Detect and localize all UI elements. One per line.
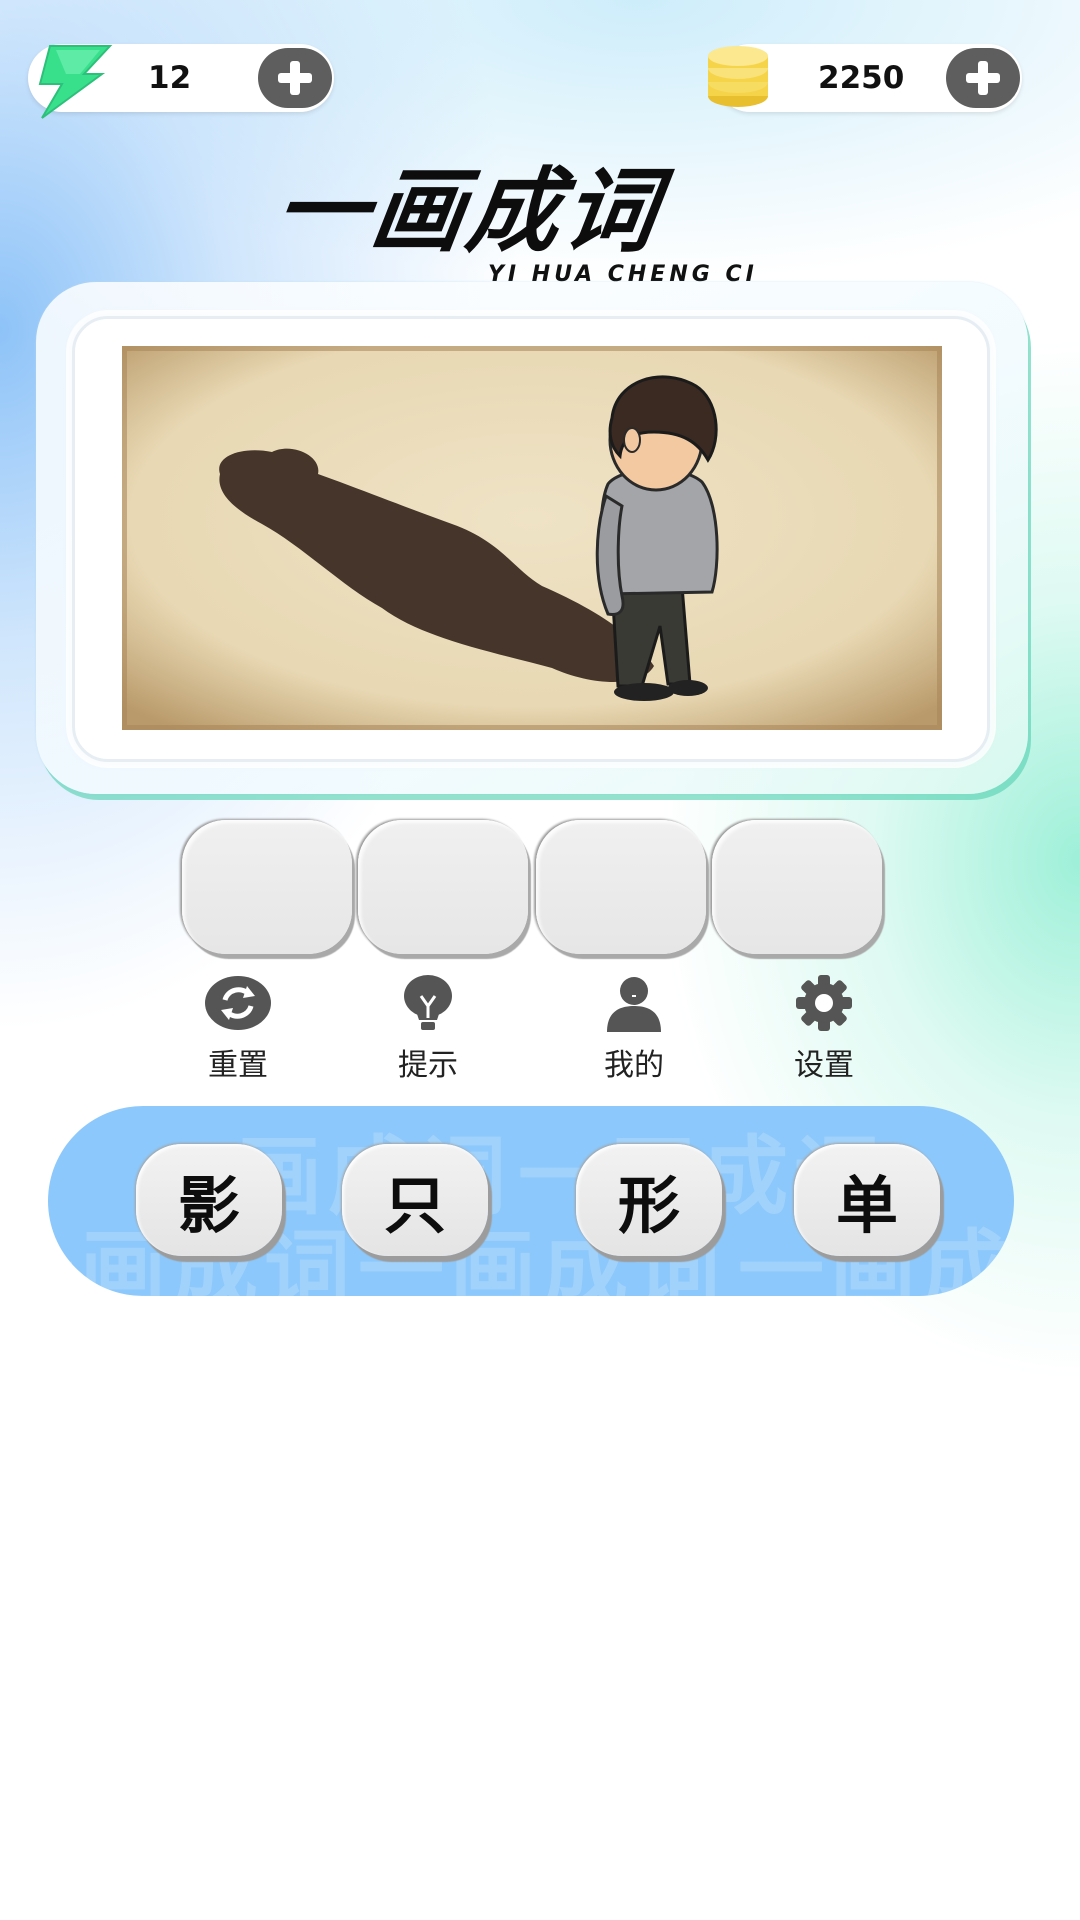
profile-button[interactable]: 我的	[564, 974, 704, 1084]
coin-stack-icon	[708, 46, 768, 107]
answer-slot[interactable]	[536, 820, 706, 954]
candidate-char-button[interactable]: 单	[794, 1144, 940, 1256]
game-title: 一画成词	[268, 158, 668, 265]
reset-button[interactable]: 重置	[168, 974, 308, 1084]
puzzle-illustration	[122, 346, 942, 730]
add-energy-button[interactable]	[258, 48, 332, 108]
hint-label: 提示	[398, 1048, 458, 1083]
profile-label: 我的	[604, 1048, 664, 1083]
plus-icon	[278, 61, 312, 95]
plus-icon	[966, 61, 1000, 95]
user-icon	[607, 977, 661, 1032]
answer-slot[interactable]	[712, 820, 882, 954]
settings-button[interactable]: 设置	[754, 974, 894, 1084]
energy-value: 12	[148, 60, 192, 96]
hint-button[interactable]: 提示	[358, 974, 498, 1084]
settings-label: 设置	[794, 1048, 854, 1083]
gear-icon	[796, 975, 852, 1031]
answer-slot[interactable]	[182, 820, 352, 954]
coin-counter: 2250	[708, 44, 1022, 112]
lightning-bolt-icon	[38, 45, 113, 119]
refresh-icon	[205, 976, 271, 1030]
energy-counter: 12	[28, 44, 334, 119]
answer-slot[interactable]	[358, 820, 528, 954]
coin-value: 2250	[818, 60, 905, 96]
add-coins-button[interactable]	[946, 48, 1020, 108]
reset-label: 重置	[208, 1048, 268, 1083]
candidate-char-button[interactable]: 只	[342, 1144, 488, 1256]
lightbulb-icon	[404, 975, 452, 1030]
candidate-char-button[interactable]: 影	[136, 1144, 282, 1256]
candidate-char-button[interactable]: 形	[576, 1144, 722, 1256]
